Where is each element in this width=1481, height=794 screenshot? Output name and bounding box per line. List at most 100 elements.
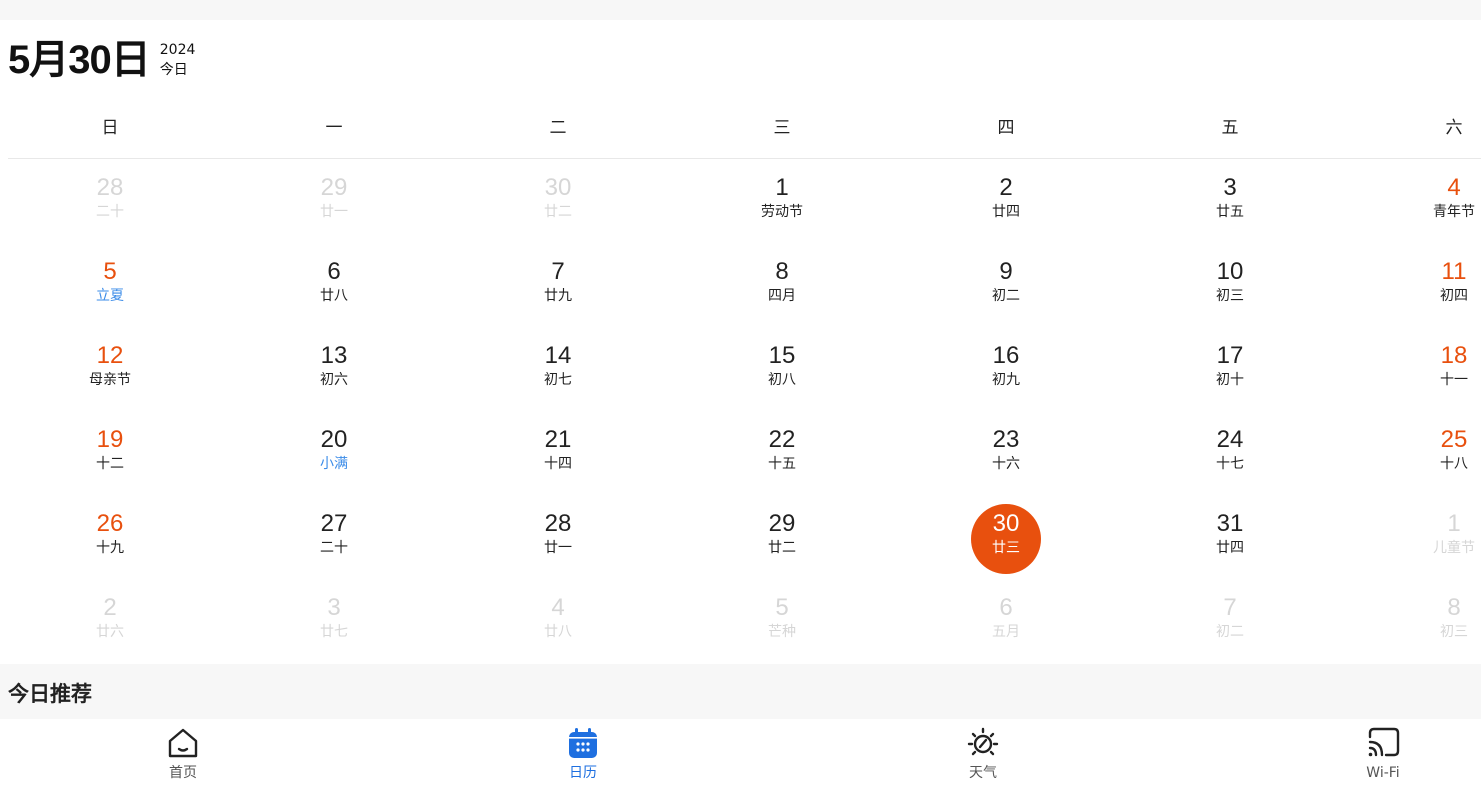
day-cell[interactable]: 25 十八 bbox=[1394, 420, 1481, 490]
day-number: 15 bbox=[768, 342, 796, 369]
year-label: 2024 bbox=[159, 42, 196, 58]
weekday-thu: 四 bbox=[997, 118, 1015, 138]
lunar-label: 初四 bbox=[1440, 288, 1468, 304]
day-number: 28 bbox=[544, 510, 572, 537]
weekday-wed: 三 bbox=[773, 118, 791, 138]
day-number: 18 bbox=[1440, 342, 1468, 369]
day-cell[interactable]: 20 小满 bbox=[274, 420, 394, 490]
today-label[interactable]: 今日 bbox=[160, 60, 196, 80]
day-number: 5 bbox=[775, 594, 789, 621]
lunar-label: 五月 bbox=[992, 624, 1020, 640]
header-divider bbox=[8, 158, 1481, 159]
day-cell[interactable]: 3 廿七 bbox=[274, 588, 394, 658]
day-number: 3 bbox=[327, 594, 341, 621]
lunar-label: 十九 bbox=[96, 540, 124, 556]
home-icon bbox=[168, 728, 198, 758]
day-cell[interactable]: 19 十二 bbox=[50, 420, 170, 490]
day-cell[interactable]: 7 初二 bbox=[1170, 588, 1290, 658]
day-cell[interactable]: 28 二十 bbox=[50, 168, 170, 238]
day-number: 1 bbox=[1447, 510, 1461, 537]
lunar-label: 廿八 bbox=[544, 624, 572, 640]
lunar-label: 廿七 bbox=[320, 624, 348, 640]
day-cell[interactable]: 1 劳动节 bbox=[722, 168, 842, 238]
lunar-label: 初二 bbox=[992, 288, 1020, 304]
day-cell[interactable]: 2 廿四 bbox=[946, 168, 1066, 238]
day-cell[interactable]: 8 初三 bbox=[1394, 588, 1481, 658]
lunar-label: 母亲节 bbox=[89, 372, 131, 388]
day-cell[interactable]: 17 初十 bbox=[1170, 336, 1290, 406]
day-cell[interactable]: 9 初二 bbox=[946, 252, 1066, 322]
day-cell[interactable]: 5 芒种 bbox=[722, 588, 842, 658]
day-number: 6 bbox=[999, 594, 1013, 621]
day-cell[interactable]: 16 初九 bbox=[946, 336, 1066, 406]
lunar-label: 初九 bbox=[992, 372, 1020, 388]
day-cell[interactable]: 8 四月 bbox=[722, 252, 842, 322]
day-cell[interactable]: 29 廿二 bbox=[722, 504, 842, 574]
day-number: 31 bbox=[1216, 510, 1244, 537]
day-cell[interactable]: 21 十四 bbox=[498, 420, 618, 490]
day-cell[interactable]: 4 青年节 bbox=[1394, 168, 1481, 238]
tab-calendar[interactable]: 日历 bbox=[543, 725, 623, 783]
lunar-label: 廿四 bbox=[992, 204, 1020, 220]
tab-weather[interactable]: 天气 bbox=[943, 725, 1023, 783]
lunar-label: 十二 bbox=[96, 456, 124, 472]
day-cell[interactable]: 30 廿三 bbox=[946, 504, 1066, 574]
cast-icon bbox=[1368, 727, 1400, 757]
tab-home[interactable]: 首页 bbox=[143, 725, 223, 783]
day-cell[interactable]: 18 十一 bbox=[1394, 336, 1481, 406]
day-number: 7 bbox=[551, 258, 565, 285]
day-cell[interactable]: 7 廿九 bbox=[498, 252, 618, 322]
day-cell[interactable]: 3 廿五 bbox=[1170, 168, 1290, 238]
lunar-label: 廿二 bbox=[768, 540, 796, 556]
day-number: 5 bbox=[103, 258, 117, 285]
current-date: 5月30日 bbox=[8, 38, 151, 82]
day-cell[interactable]: 12 母亲节 bbox=[50, 336, 170, 406]
lunar-label: 十七 bbox=[1216, 456, 1244, 472]
day-cell[interactable]: 28 廿一 bbox=[498, 504, 618, 574]
lunar-label: 青年节 bbox=[1433, 204, 1475, 220]
day-number: 30 bbox=[544, 174, 572, 201]
day-number: 2 bbox=[103, 594, 117, 621]
day-cell[interactable]: 6 五月 bbox=[946, 588, 1066, 658]
day-number: 20 bbox=[320, 426, 348, 453]
day-cell[interactable]: 6 廿八 bbox=[274, 252, 394, 322]
day-number: 24 bbox=[1216, 426, 1244, 453]
lunar-label: 廿五 bbox=[1216, 204, 1244, 220]
lunar-label: 初八 bbox=[768, 372, 796, 388]
lunar-label: 儿童节 bbox=[1433, 540, 1475, 556]
day-number: 23 bbox=[992, 426, 1020, 453]
lunar-label: 廿一 bbox=[320, 204, 348, 220]
lunar-label: 十四 bbox=[544, 456, 572, 472]
day-cell[interactable]: 30 廿二 bbox=[498, 168, 618, 238]
day-cell[interactable]: 5 立夏 bbox=[50, 252, 170, 322]
day-cell[interactable]: 10 初三 bbox=[1170, 252, 1290, 322]
day-cell[interactable]: 26 十九 bbox=[50, 504, 170, 574]
weather-icon bbox=[967, 727, 999, 756]
date-side-info: 2024 今日 bbox=[160, 40, 196, 80]
tab-wifi[interactable]: Wi-Fi bbox=[1343, 725, 1423, 783]
day-number: 25 bbox=[1440, 426, 1468, 453]
tab-weather-label: 天气 bbox=[969, 765, 997, 781]
day-number: 17 bbox=[1216, 342, 1244, 369]
day-number: 2 bbox=[999, 174, 1013, 201]
day-cell[interactable]: 23 十六 bbox=[946, 420, 1066, 490]
lunar-label: 十一 bbox=[1440, 372, 1468, 388]
day-cell[interactable]: 31 廿四 bbox=[1170, 504, 1290, 574]
lunar-label: 芒种 bbox=[768, 624, 796, 640]
status-strip bbox=[0, 0, 1481, 20]
day-cell[interactable]: 27 二十 bbox=[274, 504, 394, 574]
day-cell[interactable]: 15 初八 bbox=[722, 336, 842, 406]
bottom-tab-bar: 首页 日历 天气 Wi-Fi bbox=[0, 719, 1481, 794]
day-cell[interactable]: 24 十七 bbox=[1170, 420, 1290, 490]
day-cell[interactable]: 11 初四 bbox=[1394, 252, 1481, 322]
day-cell[interactable]: 13 初六 bbox=[274, 336, 394, 406]
day-cell[interactable]: 2 廿六 bbox=[50, 588, 170, 658]
day-cell[interactable]: 1 儿童节 bbox=[1394, 504, 1481, 574]
day-cell[interactable]: 14 初七 bbox=[498, 336, 618, 406]
day-cell[interactable]: 4 廿八 bbox=[498, 588, 618, 658]
day-cell[interactable]: 22 十五 bbox=[722, 420, 842, 490]
weekday-sat: 六 bbox=[1445, 118, 1463, 138]
day-cell[interactable]: 29 廿一 bbox=[274, 168, 394, 238]
day-number: 4 bbox=[551, 594, 565, 621]
day-number: 9 bbox=[999, 258, 1013, 285]
